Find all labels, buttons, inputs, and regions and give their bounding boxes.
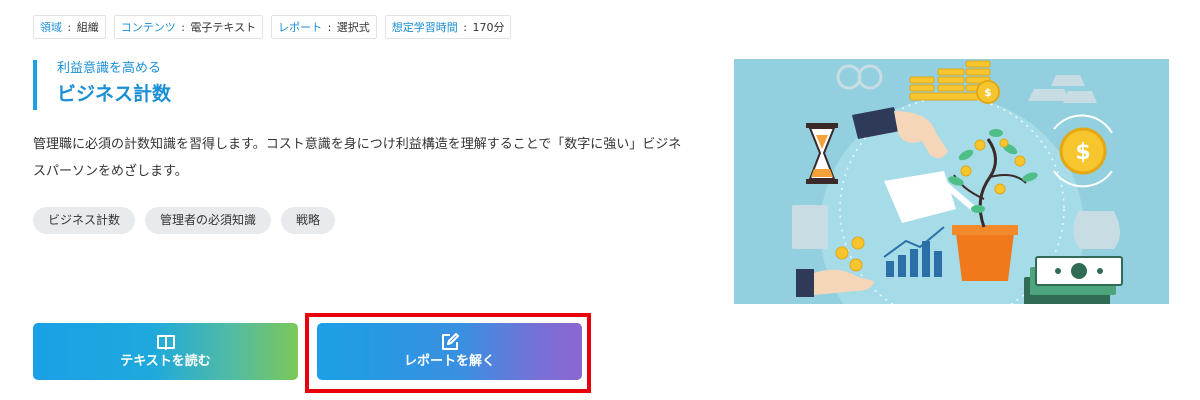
meta-tag-value: 電子テキスト (190, 21, 257, 34)
meta-tag-value: 170分 (472, 21, 505, 34)
meta-tags: 領域 : 組織 コンテンツ : 電子テキスト レポート : 選択式 想定学習時間… (33, 15, 512, 39)
course-card: 領域 : 組織 コンテンツ : 電子テキスト レポート : 選択式 想定学習時間… (0, 0, 1200, 400)
meta-tag-key: レポート (278, 21, 323, 34)
read-text-label: テキストを読む (120, 354, 211, 369)
course-illustration: $ $ (734, 59, 1169, 304)
meta-tag-key: コンテンツ (120, 21, 176, 34)
course-subtitle: 利益意識を高める (57, 61, 162, 76)
course-title: ビジネス計数 (57, 83, 172, 105)
book-icon (156, 335, 175, 350)
meta-tag-key: 想定学習時間 (391, 21, 458, 34)
svg-text:$: $ (1075, 140, 1090, 165)
meta-tag-study-time: 想定学習時間 : 170分 (384, 15, 512, 39)
keyword-chip[interactable]: ビジネス計数 (33, 207, 136, 234)
meta-tag-value: 組織 (76, 21, 99, 34)
solve-report-label: レポートを解く (403, 354, 495, 369)
course-description: 管理職に必須の計数知識を習得します。コスト意識を身につけ利益構造を理解することで… (33, 137, 682, 179)
meta-tag-key: 領域 (40, 21, 62, 34)
meta-tag-content: コンテンツ : 電子テキスト (113, 15, 264, 39)
svg-text:$: $ (984, 86, 992, 99)
keyword-chip[interactable]: 管理者の必須知識 (145, 207, 272, 234)
keyword-list: ビジネス計数 管理者の必須知識 戦略 (33, 207, 336, 234)
read-text-button[interactable]: テキストを読む (33, 323, 298, 380)
course-heading: 利益意識を高める ビジネス計数 (33, 60, 171, 110)
meta-tag-domain: 領域 : 組織 (33, 15, 106, 39)
solve-report-button[interactable]: レポートを解く (317, 323, 582, 380)
meta-tag-value: 選択式 (336, 21, 370, 34)
edit-icon (441, 333, 459, 350)
meta-tag-report: レポート : 選択式 (271, 15, 377, 39)
keyword-chip[interactable]: 戦略 (281, 207, 336, 234)
